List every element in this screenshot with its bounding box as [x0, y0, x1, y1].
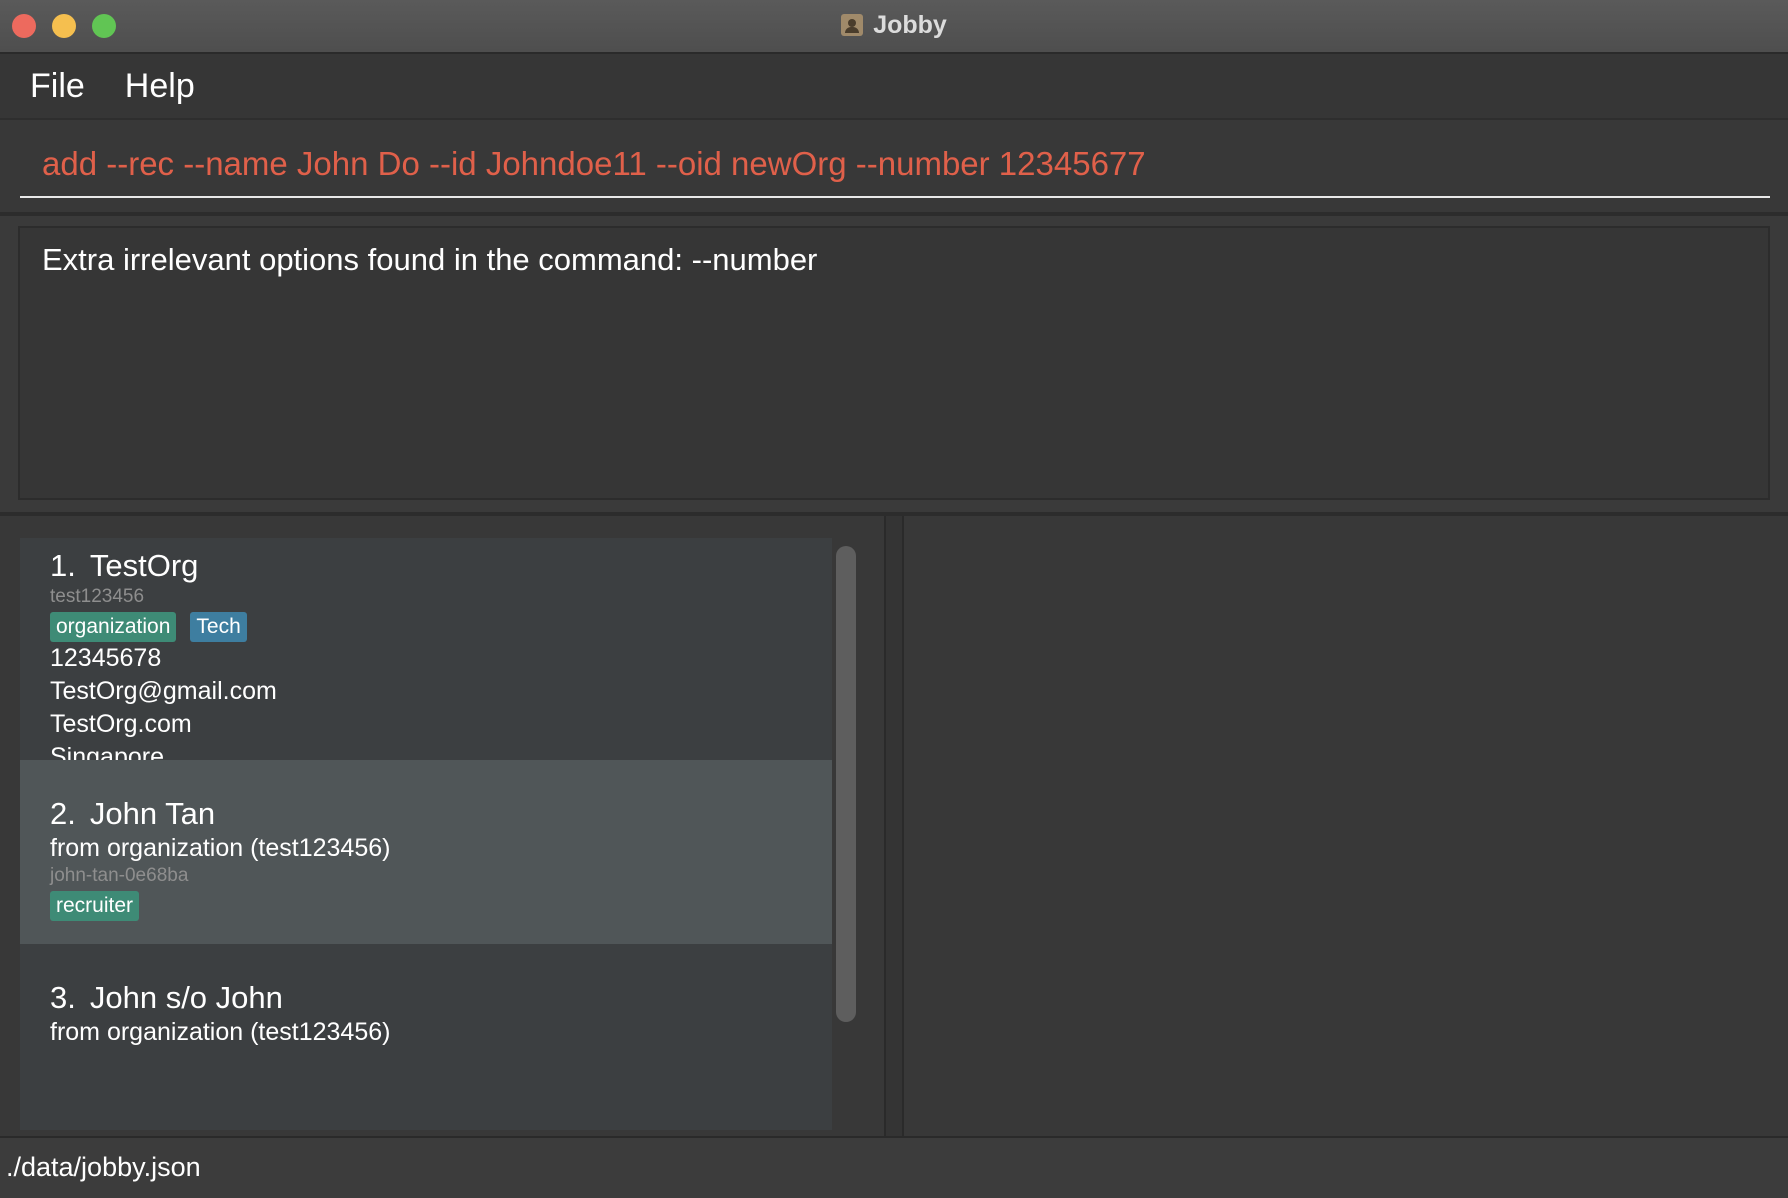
menu-help[interactable]: Help: [105, 67, 215, 106]
data-file-path: ./data/jobby.json: [6, 1152, 201, 1182]
result-message: Extra irrelevant options found in the co…: [42, 242, 818, 277]
split-pane-divider[interactable]: [884, 516, 904, 1136]
contact-card[interactable]: 3. John s/o John from organization (test1…: [20, 944, 832, 1130]
command-input[interactable]: [20, 132, 1770, 198]
contact-card[interactable]: 1. TestOrg test123456 organization Tech 1…: [20, 538, 832, 771]
contact-organization: from organization (test123456): [50, 834, 391, 862]
contact-url: TestOrg.com: [50, 710, 192, 738]
menu-bar: File Help: [0, 54, 1788, 120]
contact-card-selected[interactable]: 2. John Tan from organization (test123456…: [20, 760, 832, 944]
window-title: Jobby: [873, 10, 947, 39]
tag-tech: Tech: [190, 612, 247, 642]
contact-index: 2.: [50, 796, 76, 831]
result-display[interactable]: Extra irrelevant options found in the co…: [18, 226, 1770, 500]
divider: [0, 212, 1788, 216]
window-title-group: Jobby: [0, 0, 1788, 50]
detail-panel: [904, 516, 1788, 1136]
contact-email: TestOrg@gmail.com: [50, 677, 277, 705]
contact-index: 1.: [50, 548, 76, 583]
contact-id: john-tan-0e68ba: [50, 865, 189, 886]
tag-list: recruiter: [50, 891, 390, 921]
command-box: [0, 120, 1788, 212]
tag-organization: organization: [50, 612, 177, 642]
scrollbar-thumb[interactable]: [836, 546, 856, 1022]
tag-list: organization Tech: [50, 612, 277, 642]
contact-name: 3. John s/o John: [50, 980, 390, 1016]
contact-index: 3.: [50, 980, 76, 1015]
list-scrollbar[interactable]: [836, 546, 858, 1026]
menu-file[interactable]: File: [0, 67, 105, 106]
contact-organization: from organization (test123456): [50, 1018, 391, 1046]
contact-name: 1. TestOrg: [50, 548, 277, 584]
contact-name-text: John s/o John: [89, 980, 283, 1015]
contact-phone: 12345678: [50, 644, 162, 672]
contact-id: test123456: [50, 586, 145, 607]
tag-recruiter: recruiter: [50, 891, 140, 921]
contact-name-text: TestOrg: [89, 548, 199, 583]
contact-list-panel: 1. TestOrg test123456 organization Tech 1…: [0, 516, 884, 1136]
title-bar: Jobby: [0, 0, 1788, 54]
contact-list[interactable]: 1. TestOrg test123456 organization Tech 1…: [20, 538, 832, 1130]
status-bar: ./data/jobby.json: [0, 1136, 1788, 1198]
app-contact-icon: [841, 14, 864, 36]
contact-name-text: John Tan: [89, 796, 216, 831]
contact-name: 2. John Tan: [50, 796, 390, 832]
